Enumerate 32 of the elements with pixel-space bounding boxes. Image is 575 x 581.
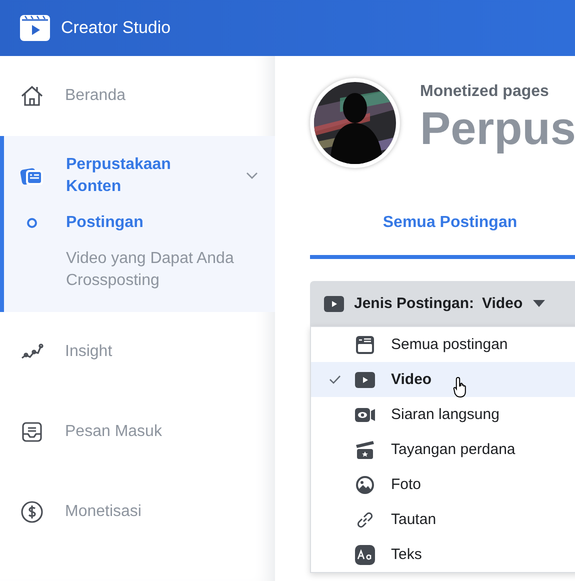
hand-cursor-icon (453, 376, 469, 398)
text-icon (355, 544, 375, 564)
sidebar-label: Perpustakaan Konten (66, 155, 172, 197)
menu-item[interactable]: Video (311, 362, 575, 397)
link-icon (355, 510, 375, 530)
tab[interactable]: Semua Postingan (310, 204, 575, 259)
dollar-icon (20, 500, 44, 524)
video-icon (324, 296, 344, 312)
post-card-icon (355, 334, 375, 354)
app-title: Creator Studio (61, 18, 171, 38)
menu-item[interactable]: Tautan (311, 502, 575, 537)
page-title: Perpus (420, 101, 575, 155)
menu-item[interactable]: Tayangan perdana (311, 432, 575, 467)
video-icon (355, 370, 375, 390)
post-type-dropdown[interactable]: Jenis Postingan: Video (310, 281, 575, 326)
chevron-icon[interactable] (246, 172, 258, 180)
check-icon (329, 375, 341, 384)
home-icon (20, 84, 44, 108)
menu-item[interactable]: Siaran langsung (311, 397, 575, 432)
dropdown-value: Video (482, 295, 523, 312)
sidebar-subitem[interactable]: Postingan (66, 212, 261, 234)
clapperboard-play-icon (20, 15, 50, 41)
menu-item[interactable]: Semua postingan (311, 327, 575, 362)
sidebar-item[interactable]: Perpustakaan Konten (4, 154, 275, 198)
clapperboard-icon (355, 440, 375, 460)
menu-item[interactable]: Teks (311, 537, 575, 572)
inbox-icon (20, 420, 44, 444)
dropdown-label: Jenis Postingan: (354, 295, 474, 312)
caret-icon (532, 300, 545, 307)
menu-item[interactable]: Foto (311, 467, 575, 502)
photo-icon (355, 474, 375, 494)
page-subtitle: Monetized pages (420, 83, 550, 101)
